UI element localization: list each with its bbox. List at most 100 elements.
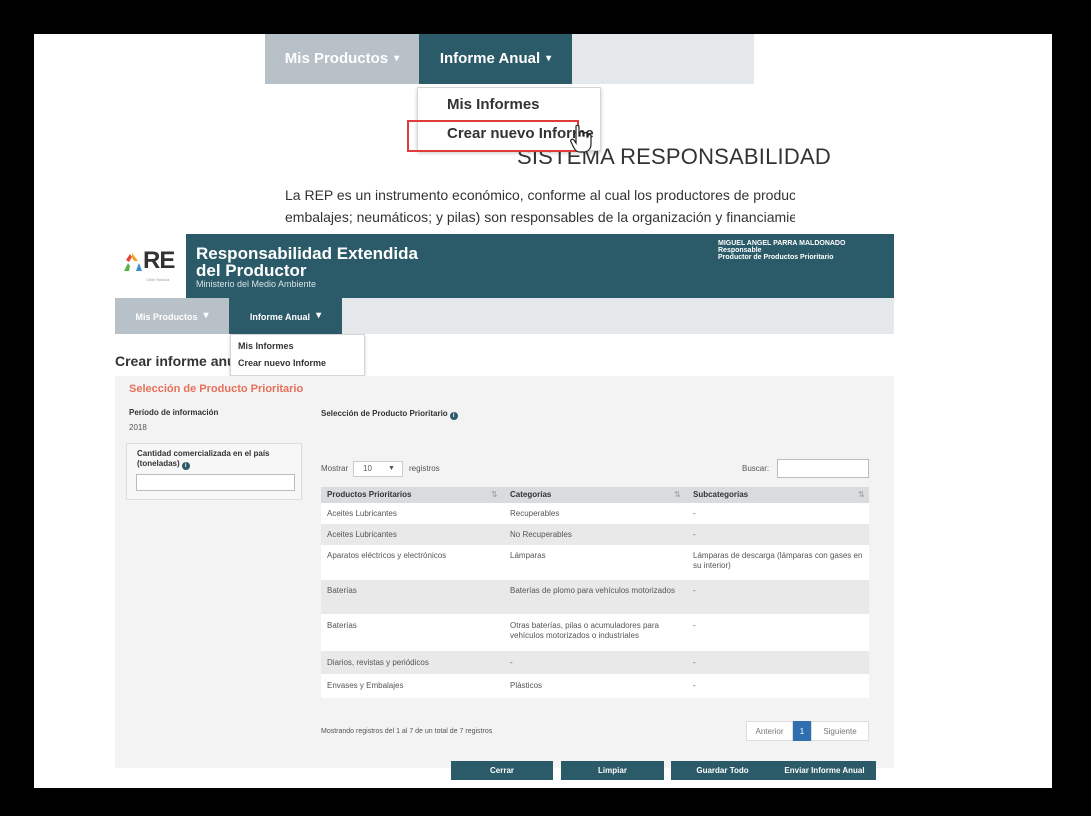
records-label: registros: [409, 464, 440, 473]
user-info: MIGUEL ANGEL PARRA MALDONADO Responsable…: [718, 240, 888, 261]
chevron-down-icon: ▾: [203, 310, 209, 321]
quantity-box: Cantidad comercializada en el país (tone…: [126, 443, 302, 500]
cell-subcategoria: -: [693, 530, 696, 539]
sort-icon[interactable]: ⇅: [491, 487, 498, 503]
section-title: Selección de Producto Prioritario: [129, 383, 304, 395]
chevron-down-icon: ▼: [388, 465, 395, 472]
period-label: Período de información: [129, 408, 219, 417]
zoom-nav-mis-productos-label: Mis Productos: [284, 50, 389, 67]
user-type: Productor de Productos Prioritario: [718, 254, 834, 261]
logo-text: RE: [143, 247, 175, 274]
table-row[interactable]: Diarios, revistas y periódicos - -: [321, 651, 869, 674]
zoom-nav-mis-productos[interactable]: Mis Productos ▾: [265, 34, 419, 84]
cell-categoria: Recuperables: [510, 509, 560, 518]
cell-subcategoria: -: [693, 658, 696, 667]
user-name: MIGUEL ANGEL PARRA MALDONADO: [718, 240, 846, 247]
show-label: Mostrar: [321, 464, 349, 473]
header-title-line-1: Responsabilidad Extendida: [196, 244, 418, 263]
table-row[interactable]: Baterías Baterías de plomo para vehículo…: [321, 580, 869, 614]
site-nav-bar: Mis Productos ▾ Informe Anual ▾: [115, 298, 894, 334]
product-select-label-text: Selección de Producto Prioritario: [321, 409, 448, 418]
cell-subcategoria: -: [693, 586, 696, 595]
col-header-categorias[interactable]: Categorías: [510, 487, 551, 503]
main-panel: Selección de Producto Prioritario Períod…: [115, 376, 894, 780]
enviar-informe-anual-button[interactable]: Enviar Informe Anual: [773, 761, 876, 780]
table-header: Productos Prioritarios ⇅ Categorías ⇅ Su…: [321, 487, 869, 503]
cell-categoria: Baterías de plomo para vehículos motoriz…: [510, 586, 675, 595]
recycle-logo-icon: [124, 253, 142, 271]
cell-categoria: -: [510, 658, 513, 667]
hand-cursor-icon: [570, 124, 592, 153]
cell-subcategoria: Lámparas de descarga (lámparas con gases…: [693, 551, 863, 570]
page-length-value: 10: [363, 464, 372, 473]
table-row[interactable]: Baterías Otras baterías, pilas o acumula…: [321, 614, 869, 651]
zoom-nav-informe-anual-label: Informe Anual: [439, 50, 541, 67]
table-body: Aceites Lubricantes Recuperables - Aceit…: [321, 503, 869, 698]
cell-categoria: No Recuperables: [510, 530, 572, 539]
header-title-line-2: del Productor: [196, 261, 307, 280]
intro-line-2: embalajes; neumáticos; y pilas) son resp…: [285, 209, 795, 225]
menu-item-mis-informes[interactable]: Mis Informes: [238, 341, 294, 351]
cell-producto: Envases y Embalajes: [327, 681, 404, 690]
cell-categoria: Plásticos: [510, 681, 543, 690]
cell-producto: Diarios, revistas y periódicos: [327, 658, 429, 667]
nav-dropdown-menu: Mis Informes Crear nuevo Informe: [230, 334, 365, 376]
cell-producto: Aparatos eléctricos y electrónicos: [327, 551, 447, 560]
table-row[interactable]: Aceites Lubricantes No Recuperables -: [321, 524, 869, 545]
nav-informe-anual-label: Informe Anual: [249, 312, 311, 322]
pager-next-button[interactable]: Siguiente: [811, 721, 869, 741]
products-table: Productos Prioritarios ⇅ Categorías ⇅ Su…: [321, 487, 869, 698]
limpiar-button[interactable]: Limpiar: [561, 761, 664, 780]
screenshot-frame: Mis Productos ▾ Informe Anual ▾ SISTEMA RE…: [34, 34, 1052, 788]
menu-item-crear-nuevo-informe[interactable]: Crear nuevo Informe: [238, 358, 326, 368]
user-role: Responsable: [718, 247, 762, 254]
info-icon[interactable]: i: [449, 412, 458, 420]
header-subtitle: Ministerio del Medio Ambiente: [196, 279, 317, 289]
cell-categoria: Lámparas: [510, 551, 546, 560]
page-length-select[interactable]: 10 ▼: [353, 461, 403, 477]
quantity-label-text: Cantidad comercializada en el país (tone…: [137, 449, 270, 468]
header-title: Responsabilidad Extendida del Productor: [196, 245, 418, 279]
nav-mis-productos[interactable]: Mis Productos ▾: [115, 298, 229, 334]
sort-icon[interactable]: ⇅: [674, 487, 681, 503]
product-select-label: Selección de Producto Prioritario i: [321, 409, 458, 420]
pager-page-1[interactable]: 1: [793, 721, 811, 741]
sort-icon[interactable]: ⇅: [858, 487, 865, 503]
cell-subcategoria: -: [693, 681, 696, 690]
cell-subcategoria: -: [693, 509, 696, 518]
period-value: 2018: [129, 423, 147, 432]
site-header: RE Chile Recicla Responsabilidad Extendi…: [115, 234, 894, 298]
table-row[interactable]: Envases y Embalajes Plásticos -: [321, 674, 869, 698]
intro-text: La REP es un instrumento económico, conf…: [285, 184, 795, 228]
cell-subcategoria: -: [693, 621, 696, 630]
quantity-input[interactable]: [136, 474, 295, 491]
col-header-subcategorias[interactable]: Subcategorías: [693, 487, 748, 503]
info-icon[interactable]: i: [181, 462, 190, 470]
cell-categoria: Otras baterías, pilas o acumuladores par…: [510, 621, 659, 640]
zoom-menu-item-mis-informes[interactable]: Mis Informes: [418, 91, 600, 119]
chevron-down-icon: ▾: [316, 310, 322, 321]
page-title: Crear informe anual: [115, 353, 248, 369]
cerrar-button[interactable]: Cerrar: [451, 761, 553, 780]
search-label: Buscar:: [742, 464, 770, 473]
guardar-todo-button[interactable]: Guardar Todo: [671, 761, 774, 780]
zoom-nav-informe-anual[interactable]: Informe Anual ▾: [419, 34, 572, 84]
highlight-box: [407, 120, 579, 152]
zoom-nav-bar: Mis Productos ▾ Informe Anual ▾: [265, 34, 754, 84]
table-row[interactable]: Aparatos eléctricos y electrónicos Lámpa…: [321, 545, 869, 580]
pager-prev-button[interactable]: Anterior: [746, 721, 793, 741]
table-info: Mostrando registros del 1 al 7 de un tot…: [321, 728, 493, 735]
nav-informe-anual[interactable]: Informe Anual ▾: [229, 298, 342, 334]
cell-producto: Baterías: [327, 586, 357, 595]
nav-mis-productos-label: Mis Productos: [135, 312, 198, 322]
logo[interactable]: RE Chile Recicla: [115, 234, 186, 298]
quantity-label: Cantidad comercializada en el país (tone…: [137, 449, 297, 470]
table-row[interactable]: Aceites Lubricantes Recuperables -: [321, 503, 869, 524]
intro-line-1: La REP es un instrumento económico, conf…: [285, 187, 795, 203]
search-input[interactable]: [777, 459, 869, 478]
cell-producto: Aceites Lubricantes: [327, 530, 397, 539]
col-header-productos[interactable]: Productos Prioritarios: [327, 487, 411, 503]
cell-producto: Aceites Lubricantes: [327, 509, 397, 518]
chevron-down-icon: ▾: [394, 53, 400, 64]
cell-producto: Baterías: [327, 621, 357, 630]
